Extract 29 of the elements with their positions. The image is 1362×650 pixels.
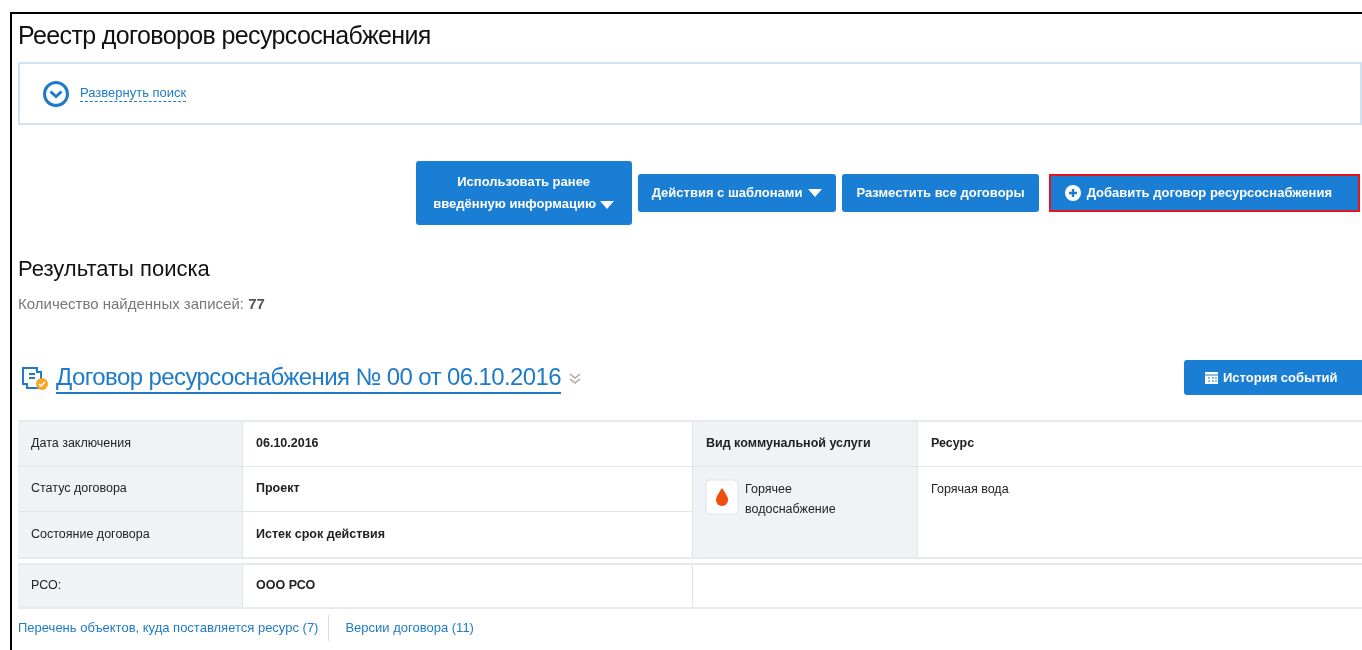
field-value: 06.10.2016 (243, 421, 693, 467)
field-value: ООО РСО (243, 564, 693, 607)
page-title: Реестр договоров ресурсоснабжения (18, 20, 431, 51)
tab-link[interactable]: Версии договора (11) (328, 614, 474, 641)
dropdown-button[interactable]: Действия с шаблонами (637, 174, 837, 212)
service-name: Горячее водоснабжение (745, 480, 837, 518)
field-value: Проект (243, 466, 693, 512)
water-drop-icon (705, 478, 739, 515)
field-label: Состояние договора (18, 511, 243, 557)
contract-link[interactable]: Договор ресурсоснабжения № 00 от 06.10.2016 (56, 361, 562, 394)
expand-search-link[interactable]: Развернуть поиск (80, 85, 187, 102)
calendar-icon (1204, 370, 1219, 385)
action-button[interactable]: Разместить все договоры (842, 174, 1039, 212)
field-label: Статус договора (18, 466, 243, 512)
chevron-down-icon[interactable] (42, 79, 70, 108)
history-button[interactable]: История событий (1184, 360, 1362, 395)
table-cell-text: Горячая вода (930, 480, 1010, 498)
section-title: Результаты поиска (18, 255, 210, 283)
column-header: Ресурс (918, 421, 1362, 467)
record-count: Количество найденных записей: 77 (18, 294, 265, 314)
caret-icon (808, 188, 823, 198)
field-label: РСО: (18, 564, 243, 607)
dropdown-button[interactable]: Использовать ранее введённую информацию (415, 161, 632, 225)
plus-circle-icon (1064, 185, 1081, 201)
column-header: Вид коммунальной услуги (693, 421, 918, 467)
field-label: Дата заключения (18, 421, 243, 467)
caret-icon (600, 199, 614, 210)
add-button[interactable]: Добавить договор ресурсоснабжения (1048, 174, 1360, 212)
tab-link[interactable]: Перечень объектов, куда поставляется ресурс (7) (18, 617, 319, 638)
